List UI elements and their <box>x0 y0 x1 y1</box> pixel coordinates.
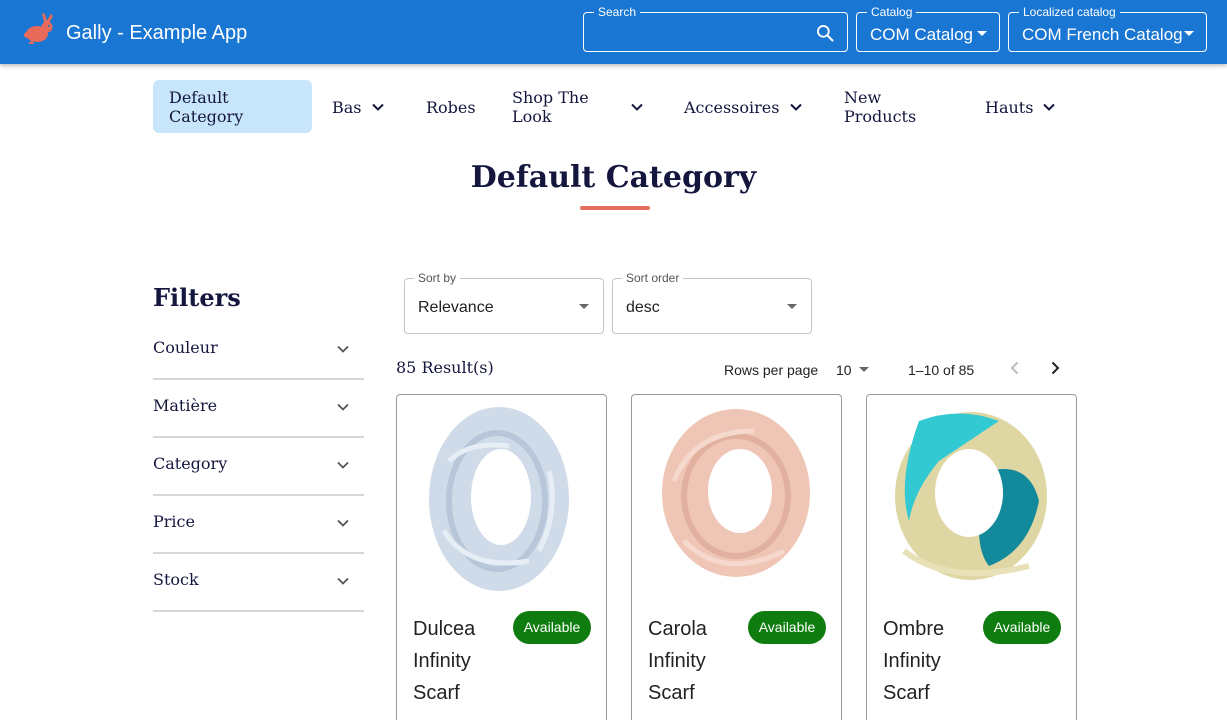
sort-order-value: desc <box>626 299 660 316</box>
chevron-left-icon[interactable] <box>1005 358 1025 378</box>
search-field[interactable]: Search <box>583 5 848 52</box>
chevron-down-icon[interactable] <box>630 100 644 114</box>
chevron-down-icon[interactable] <box>371 100 385 114</box>
chevron-down-icon[interactable] <box>789 100 803 114</box>
product-card[interactable]: Carola Infinity Scarf Available <box>631 394 842 720</box>
search-input[interactable] <box>596 22 811 44</box>
pagination-range: 1–10 of 85 <box>908 362 975 378</box>
chevron-down-icon <box>337 461 349 469</box>
sort-by-select[interactable]: Sort by Relevance <box>404 272 604 334</box>
product-name[interactable]: Carola Infinity Scarf <box>648 613 743 709</box>
nav-item-default-category[interactable]: Default Category <box>153 80 312 133</box>
filter-label: Matière <box>153 396 218 415</box>
catalog-value: COM Catalog <box>870 25 973 44</box>
nav-item-label: Bas <box>332 98 362 117</box>
filter-label: Price <box>153 512 195 531</box>
nav-item-label: Hauts <box>985 98 1034 117</box>
rows-per-page-select[interactable]: 10 <box>836 362 852 378</box>
page-title: Default Category <box>470 160 757 195</box>
filter-label: Category <box>153 454 228 473</box>
filter-couleur[interactable]: Couleur <box>153 322 364 380</box>
availability-badge: Available <box>983 611 1061 644</box>
search-label: Search <box>594 5 641 19</box>
product-image[interactable] <box>879 401 1064 596</box>
product-name[interactable]: Dulcea Infinity Scarf <box>413 613 508 709</box>
localized-catalog-select[interactable]: Localized catalog COM French Catalog <box>1008 5 1207 52</box>
localized-catalog-value: COM French Catalog <box>1022 25 1183 44</box>
results-count: 85 Result(s) <box>396 358 494 377</box>
catalog-label: Catalog <box>867 5 917 19</box>
chevron-down-icon <box>337 345 349 353</box>
nav-item-robes[interactable]: Robes <box>426 98 476 117</box>
sort-by-label: Sort by <box>414 272 461 285</box>
sort-order-select[interactable]: Sort order desc <box>612 272 812 334</box>
chevron-down-icon <box>337 403 349 411</box>
nav-item-label: Robes <box>426 98 476 117</box>
sort-by-value: Relevance <box>418 299 494 316</box>
chevron-down-icon <box>337 577 349 585</box>
chevron-right-icon[interactable] <box>1045 358 1065 378</box>
nav-item-shop-the-look[interactable]: Shop The Look <box>512 88 592 126</box>
rows-per-page-label: Rows per page <box>724 362 819 378</box>
availability-badge: Available <box>513 611 591 644</box>
product-image[interactable] <box>644 401 829 596</box>
filter-stock[interactable]: Stock <box>153 554 364 612</box>
availability-badge: Available <box>748 611 826 644</box>
catalog-select[interactable]: Catalog COM Catalog <box>856 5 1000 52</box>
caret-down-icon <box>787 304 797 309</box>
filter-category[interactable]: Category <box>153 438 364 496</box>
product-card[interactable]: Ombre Infinity Scarf Available <box>866 394 1077 720</box>
app-bar: Gally - Example App Search Catalog COM C… <box>0 0 1227 64</box>
nav-item-new-products[interactable]: New Products <box>844 88 924 126</box>
filter-matiere[interactable]: Matière <box>153 380 364 438</box>
product-name[interactable]: Ombre Infinity Scarf <box>883 613 978 709</box>
chevron-down-icon[interactable] <box>1042 100 1056 114</box>
nav-item-hauts[interactable]: Hauts <box>985 98 1033 117</box>
search-icon[interactable] <box>815 23 835 43</box>
nav-item-accessoires[interactable]: Accessoires <box>684 98 779 117</box>
filters-heading: Filters <box>153 283 241 312</box>
filter-label: Stock <box>153 570 199 589</box>
caret-down-icon <box>1184 31 1194 36</box>
nav-item-label: Accessoires <box>684 98 780 117</box>
caret-down-icon[interactable] <box>859 367 869 372</box>
nav-item-label: Default Category <box>169 88 244 126</box>
sort-order-label: Sort order <box>622 272 684 285</box>
filter-label: Couleur <box>153 338 218 357</box>
filter-price[interactable]: Price <box>153 496 364 554</box>
caret-down-icon <box>579 304 589 309</box>
nav-item-label: New Products <box>844 88 917 126</box>
chevron-down-icon <box>337 519 349 527</box>
nav-item-label: Shop The Look <box>512 88 589 126</box>
title-underline <box>580 206 650 210</box>
nav-item-bas[interactable]: Bas <box>332 98 362 117</box>
product-image[interactable] <box>409 401 594 596</box>
app-title: Gally - Example App <box>66 22 248 44</box>
caret-down-icon <box>977 31 987 36</box>
rabbit-logo-icon[interactable] <box>22 13 56 47</box>
localized-catalog-label: Localized catalog <box>1019 5 1120 19</box>
product-card[interactable]: Dulcea Infinity Scarf Available <box>396 394 607 720</box>
